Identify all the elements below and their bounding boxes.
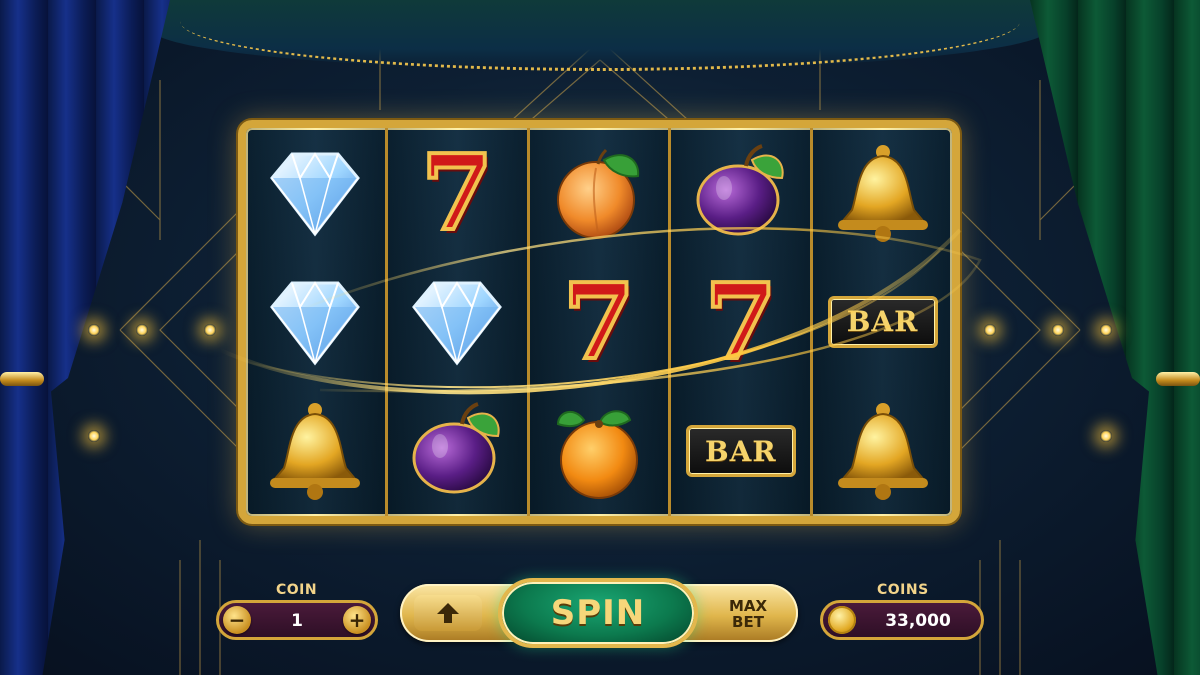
left-curtain-tieback	[0, 372, 44, 386]
reels: 7 7 7 BAR BAR	[246, 128, 952, 516]
marquee-light	[136, 324, 148, 336]
marquee-light	[984, 324, 996, 336]
marquee-light	[1100, 430, 1112, 442]
orange-icon	[544, 396, 654, 506]
plum-icon	[686, 138, 796, 248]
peach-icon	[544, 138, 654, 248]
bell-icon	[828, 138, 938, 248]
reel-2: 7	[387, 128, 530, 516]
reel-1	[246, 128, 388, 516]
seven-symbol: 7	[686, 267, 796, 377]
plum-icon	[402, 396, 512, 506]
marquee-light	[1100, 324, 1112, 336]
seven-glyph: 7	[561, 259, 637, 383]
coin-label: COIN	[276, 582, 318, 598]
diamond-icon	[260, 138, 370, 248]
marquee-light	[88, 324, 100, 336]
increase-coin-button[interactable]: +	[343, 606, 371, 634]
reel-window: 7 7 7 BAR BAR	[238, 120, 960, 524]
bell-icon	[260, 396, 370, 506]
bar-label: BAR	[827, 295, 938, 348]
coin-icon	[828, 606, 856, 634]
slot-game-screen: 7 7 7 BAR BAR COIN − 1 + SPIN MAX BET CO…	[0, 0, 1200, 675]
seven-symbol: 7	[402, 138, 512, 248]
bet-spin-controls: SPIN MAX BET	[400, 578, 798, 648]
marquee-light	[88, 430, 100, 442]
bet-up-button[interactable]	[414, 595, 482, 631]
right-curtain-tieback	[1156, 372, 1200, 386]
bar-symbol: BAR	[685, 396, 796, 506]
seven-glyph: 7	[703, 259, 779, 383]
coin-stepper: − 1 +	[216, 600, 378, 640]
max-bet-button[interactable]: MAX BET	[708, 592, 788, 636]
marquee-light	[1052, 324, 1064, 336]
coins-balance: 33,000	[820, 600, 984, 640]
reel-4: 7 BAR	[671, 128, 814, 516]
max-bet-label-top: MAX	[728, 597, 768, 615]
reel-5: BAR	[813, 128, 952, 516]
reel-3: 7	[529, 128, 672, 516]
seven-glyph: 7	[419, 130, 495, 254]
diamond-icon	[260, 267, 370, 377]
coins-label: COINS	[877, 582, 929, 598]
bell-icon	[828, 396, 938, 506]
arrow-up-icon	[437, 603, 459, 623]
coins-value: 33,000	[885, 611, 951, 631]
spin-button[interactable]: SPIN	[498, 578, 698, 648]
marquee-light	[204, 324, 216, 336]
seven-symbol: 7	[544, 267, 654, 377]
bar-symbol: BAR	[827, 267, 938, 377]
max-bet-label-bottom: BET	[732, 613, 764, 631]
diamond-icon	[402, 267, 512, 377]
bar-label: BAR	[685, 425, 796, 478]
